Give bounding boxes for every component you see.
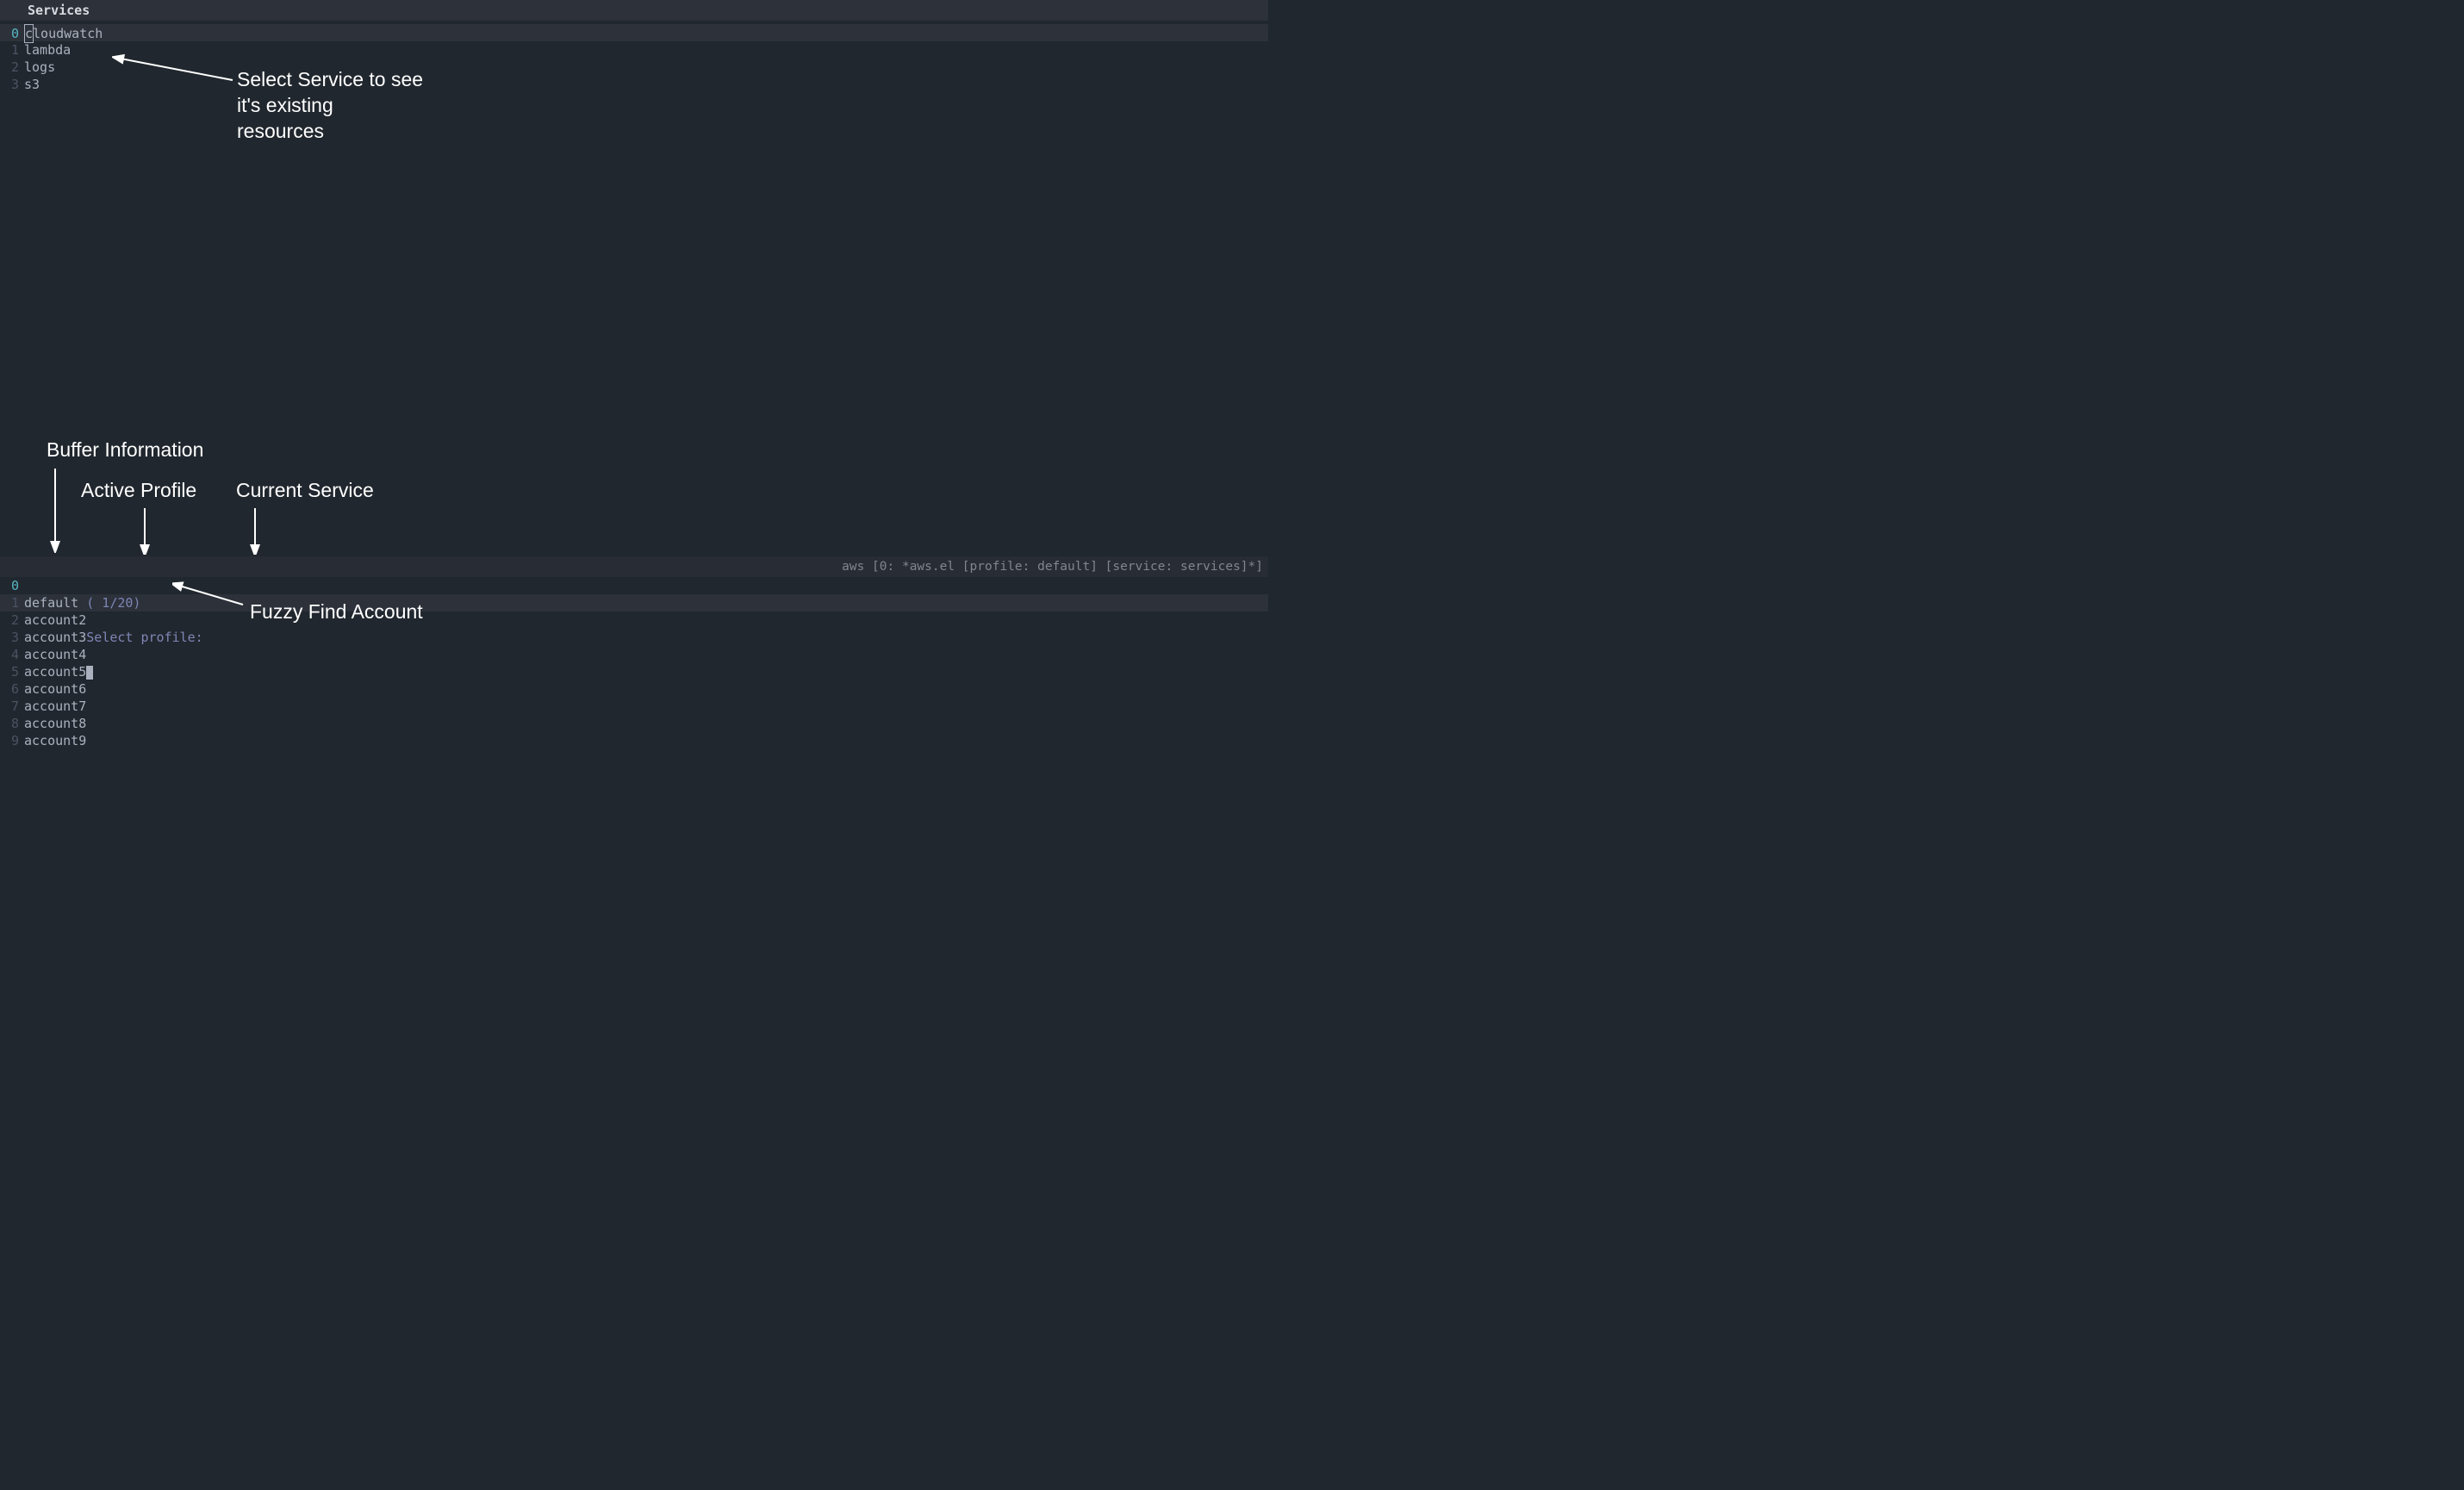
service-item-logs[interactable]: 2 logs (0, 59, 1268, 76)
services-pane: 0 cloudwatch 1 lambda 2 logs 3 s3 (0, 21, 1268, 555)
line-number: 3 (0, 629, 24, 646)
header-bar: Services (0, 0, 1268, 21)
annot-select-service: Select Service to see it's existing reso… (237, 67, 423, 145)
line-number: 3 (0, 76, 24, 93)
fuzzy-finder: 0 ( 1/20) Select profile: 1 default 2 ac… (0, 577, 1268, 765)
line-number: 1 (0, 41, 24, 59)
annot-buffer-info: Buffer Information (47, 438, 203, 463)
line-number: 7 (0, 698, 24, 715)
line-number: 0 (0, 577, 24, 594)
annot-active-profile: Active Profile (81, 478, 196, 504)
line-number: 1 (0, 594, 24, 612)
line-number: 6 (0, 680, 24, 698)
annot-text: Select Service to see (237, 67, 423, 93)
mode-line: N *aws.el [profile: default] [service: s… (0, 556, 1268, 577)
line-number: 9 (0, 732, 24, 749)
annot-fuzzy-find: Fuzzy Find Account (250, 599, 423, 625)
service-item-lambda[interactable]: 1 lambda (0, 41, 1268, 59)
finder-item-account7[interactable]: 7 account7 (0, 698, 1268, 715)
line-number: 4 (0, 646, 24, 663)
finder-prompt-text: Select profile: (86, 630, 202, 645)
service-item-cloudwatch[interactable]: 0 cloudwatch (0, 24, 1268, 41)
finder-prompt[interactable]: 0 ( 1/20) Select profile: (0, 577, 1268, 594)
header-title: Services (28, 3, 90, 18)
text-cursor (86, 666, 93, 680)
line-number: 5 (0, 663, 24, 680)
annot-current-service: Current Service (236, 478, 374, 504)
finder-count: ( 1/20) (86, 595, 140, 611)
modeline-right: aws [0: *aws.el [profile: default] [serv… (842, 556, 1263, 577)
service-item-s3[interactable]: 3 s3 (0, 76, 1268, 93)
line-number: 0 (0, 25, 24, 42)
finder-item-account9[interactable]: 9 account9 (0, 732, 1268, 749)
line-number: 8 (0, 715, 24, 732)
line-number: 2 (0, 612, 24, 629)
line-number: 2 (0, 59, 24, 76)
finder-item-account8[interactable]: 8 account8 (0, 715, 1268, 732)
annot-text: resources (237, 119, 423, 145)
annot-text: it's existing (237, 93, 423, 119)
